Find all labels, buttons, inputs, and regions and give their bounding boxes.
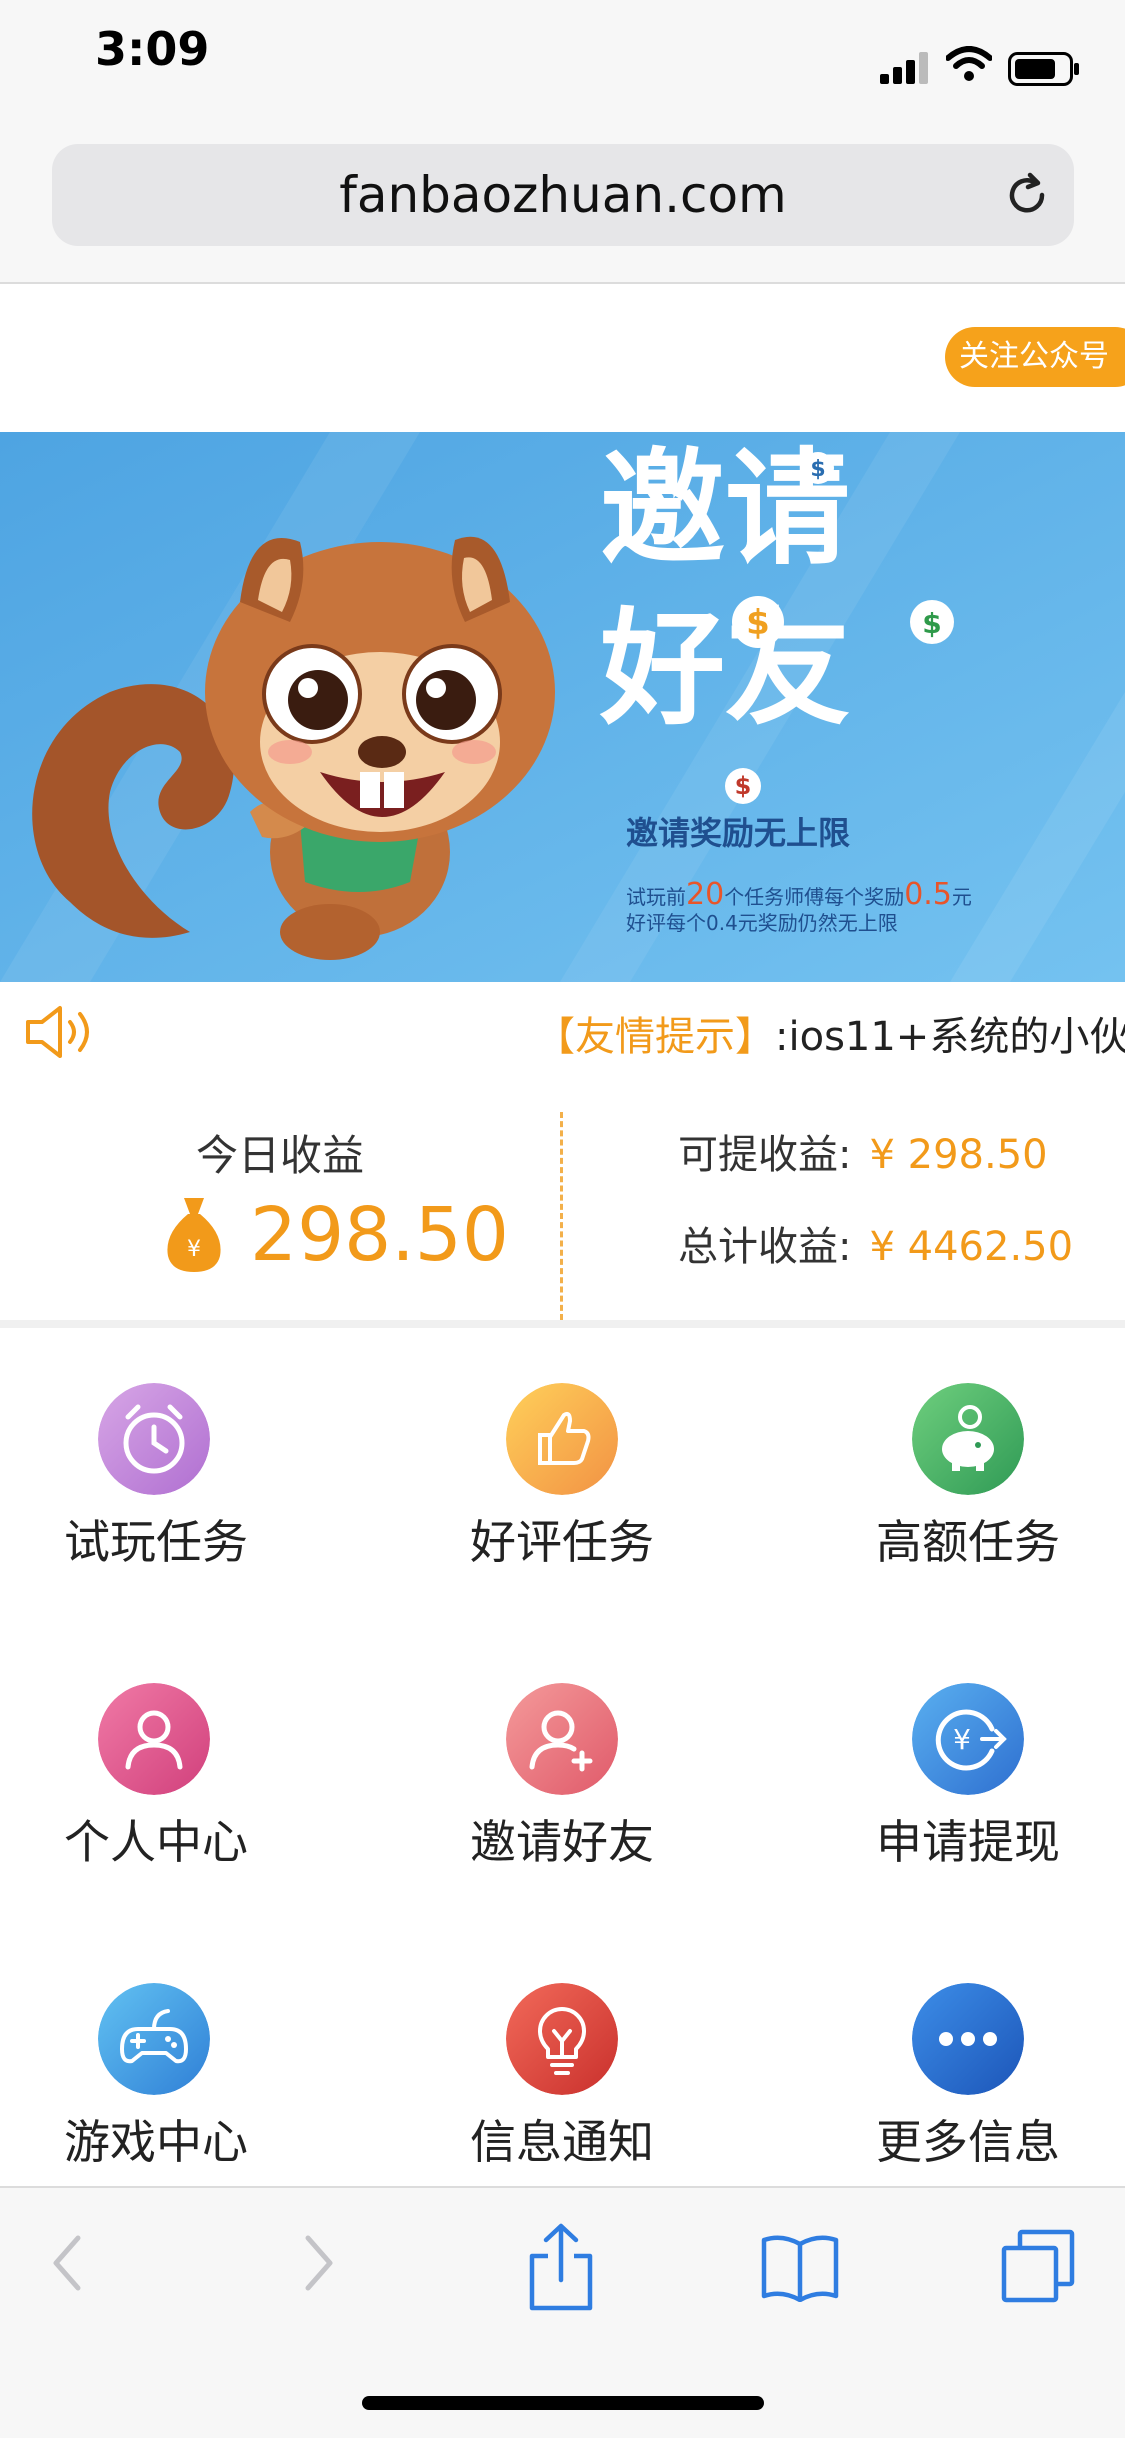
reload-icon[interactable]	[1002, 170, 1052, 220]
share-icon[interactable]	[526, 2222, 596, 2312]
svg-text:$: $	[810, 457, 825, 482]
url-text: fanbaozhuan.com	[339, 166, 787, 224]
total-earnings: 总计收益: ¥ 4462.50	[678, 1214, 1073, 1272]
menu-label: 更多信息	[876, 2115, 1060, 2169]
svg-text:¥: ¥	[953, 1723, 971, 1756]
invite-banner[interactable]: 邀请 好友 $ $ $ $ 邀请奖励无上限 试玩前20个任务师傅每个奖励0.5元…	[0, 432, 1125, 982]
today-earnings-amount: 298.50	[250, 1192, 509, 1278]
menu-label: 申请提现	[876, 1815, 1060, 1869]
status-time: 3:09	[95, 22, 210, 76]
more-dots-icon	[912, 1983, 1024, 2095]
notice-bar[interactable]: 【友情提示】 :ios11+系统的小伙伴	[0, 982, 1125, 1082]
earnings-panel: 今日收益 ¥ 298.50 可提收益: ¥ 298.50 总计收益: ¥ 4462.…	[0, 1082, 1125, 1320]
menu-withdraw[interactable]: ¥ 申请提现	[812, 1628, 1125, 1928]
menu-trial-task[interactable]: 试玩任务	[0, 1328, 375, 1628]
total-value: ¥ 4462.50	[869, 1224, 1074, 1270]
battery-icon	[1008, 52, 1079, 86]
wifi-icon	[946, 46, 992, 81]
menu-game-center[interactable]: 游戏中心	[0, 1928, 375, 2228]
menu-high-reward-task[interactable]: 高额任务	[812, 1328, 1125, 1628]
banner-title-2: 好友	[599, 597, 850, 742]
menu-label: 好评任务	[470, 1515, 654, 1569]
address-bar[interactable]: fanbaozhuan.com	[52, 144, 1074, 246]
menu-label: 游戏中心	[64, 2115, 248, 2169]
svg-text:$: $	[922, 607, 941, 640]
follow-account-button[interactable]: 关注公众号	[945, 327, 1125, 387]
menu-label: 信息通知	[470, 2115, 654, 2169]
menu-notifications[interactable]: 信息通知	[406, 1928, 781, 2228]
menu-more-info[interactable]: 更多信息	[812, 1928, 1125, 2228]
section-separator	[0, 1320, 1125, 1328]
cellular-signal-icon	[880, 52, 928, 84]
svg-text:¥: ¥	[187, 1237, 201, 1262]
notice-tag: 【友情提示】	[535, 1014, 775, 1060]
svg-text:$: $	[735, 772, 752, 800]
banner-subtitle: 邀请奖励无上限	[626, 814, 850, 852]
menu-review-task[interactable]: 好评任务	[406, 1328, 781, 1628]
thumbs-up-icon	[506, 1383, 618, 1495]
money-bag-icon: ¥	[167, 1198, 221, 1272]
back-icon[interactable]	[44, 2228, 94, 2298]
banner-desc-line2: 好评每个0.4元奖励仍然无上限	[626, 911, 898, 935]
withdraw-yen-icon: ¥	[912, 1683, 1024, 1795]
menu-label: 邀请好友	[470, 1815, 654, 1869]
notice-text: :ios11+系统的小伙伴	[775, 1014, 1125, 1060]
today-earnings: 今日收益 ¥ 298.50	[0, 1082, 560, 1320]
withdrawable-earnings: 可提收益: ¥ 298.50	[678, 1122, 1048, 1180]
menu-grid: 试玩任务 好评任务 高额任务 个人中心 邀请好友 ¥ 申请提现 游戏中心 信息通…	[0, 1328, 1125, 2188]
bookmarks-icon[interactable]	[760, 2232, 840, 2302]
banner-artwork: 邀请 好友 $ $ $ $ 邀请奖励无上限 试玩前20个任务师傅每个奖励0.5元…	[0, 432, 1125, 982]
total-label: 总计收益:	[678, 1224, 852, 1270]
menu-invite-friends[interactable]: 邀请好友	[406, 1628, 781, 1928]
menu-label: 试玩任务	[64, 1515, 248, 1569]
tabs-icon[interactable]	[998, 2228, 1078, 2308]
alarm-clock-icon	[98, 1383, 210, 1495]
withdrawable-label: 可提收益:	[678, 1132, 852, 1178]
menu-label: 个人中心	[64, 1815, 248, 1869]
gamepad-icon	[98, 1983, 210, 2095]
withdrawable-value: ¥ 298.50	[869, 1132, 1048, 1178]
earnings-divider	[560, 1112, 563, 1320]
forward-icon[interactable]	[292, 2228, 342, 2298]
home-indicator	[362, 2396, 764, 2410]
svg-text:$: $	[746, 603, 770, 643]
menu-label: 高额任务	[876, 1515, 1060, 1569]
piggy-bank-icon	[912, 1383, 1024, 1495]
today-earnings-label: 今日收益	[195, 1131, 364, 1180]
lightbulb-icon	[506, 1983, 618, 2095]
menu-personal-center[interactable]: 个人中心	[0, 1628, 375, 1928]
add-user-icon	[506, 1683, 618, 1795]
status-bar: 3:09	[0, 0, 1125, 130]
browser-address-area: fanbaozhuan.com	[0, 130, 1125, 284]
speaker-icon	[26, 1006, 89, 1058]
user-icon	[98, 1683, 210, 1795]
